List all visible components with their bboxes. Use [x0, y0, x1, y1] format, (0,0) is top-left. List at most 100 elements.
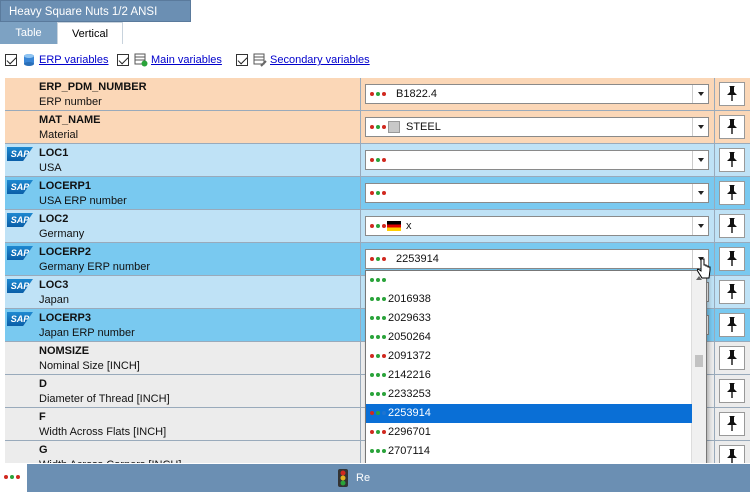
combobox-value: STEEL [406, 121, 441, 133]
pin-button[interactable] [719, 313, 745, 337]
variable-label-cell[interactable]: SAP LOCERP1 USA ERP number [5, 177, 361, 210]
dropdown-option[interactable]: 2253914 [366, 404, 692, 423]
pin-button[interactable] [719, 412, 745, 436]
material-swatch-icon [388, 121, 400, 133]
variable-value-cell: STEEL [361, 111, 715, 144]
pin-button[interactable] [719, 148, 745, 172]
mouse-cursor-icon [697, 258, 711, 279]
pin-button[interactable] [719, 181, 745, 205]
dropdown-option[interactable]: 2091372 [366, 347, 692, 366]
value-combobox[interactable] [365, 183, 709, 203]
value-combobox[interactable] [365, 150, 709, 170]
variable-description: Japan ERP number [39, 327, 135, 339]
erp-variables-toggle[interactable]: ERP variables [5, 52, 109, 68]
dropdown-option-text: 2233253 [388, 388, 431, 400]
variable-label-cell[interactable]: ERP_PDM_NUMBER ERP number [5, 78, 361, 111]
variable-label-cell[interactable]: SAP LOCERP2 Germany ERP number [5, 243, 361, 276]
variable-name: G [39, 444, 48, 456]
dropdown-option-text: 2016938 [388, 293, 431, 305]
variable-description: USA ERP number [39, 195, 127, 207]
status-dots-icon [370, 191, 388, 196]
dropdown-option[interactable]: 2142216 [366, 366, 692, 385]
status-traffic-dots [4, 475, 22, 480]
dropdown-option[interactable]: 2296701 [366, 423, 692, 442]
main-variables-toggle[interactable]: Main variables [117, 52, 222, 68]
secondary-variables-link[interactable]: Secondary variables [270, 54, 370, 66]
pin-cell [715, 210, 750, 243]
pin-icon [725, 184, 739, 203]
pin-icon [725, 316, 739, 335]
main-variables-checkbox[interactable] [117, 54, 129, 66]
value-combobox[interactable]: 2253914 [365, 249, 709, 269]
erp-number-dropdown-list[interactable]: 2016938 2029633 2050264 2091372 2142216 22332… [365, 270, 707, 481]
variable-label-cell[interactable]: SAP LOCERP3 Japan ERP number [5, 309, 361, 342]
pin-button[interactable] [719, 346, 745, 370]
sap-logo-icon: SAP [7, 312, 33, 326]
secondary-variables-checkbox[interactable] [236, 54, 248, 66]
tab-table[interactable]: Table [0, 22, 57, 44]
pin-button[interactable] [719, 214, 745, 238]
pin-button[interactable] [719, 445, 745, 463]
variable-label-cell[interactable]: SAP LOC2 Germany [5, 210, 361, 243]
erp-variables-link[interactable]: ERP variables [39, 54, 109, 66]
tab-vertical[interactable]: Vertical [57, 22, 123, 44]
status-dots-icon [370, 158, 388, 163]
window-title-bar: Heavy Square Nuts 1/2 ANSI B18.2.2 [0, 0, 191, 40]
variable-name: F [39, 411, 46, 423]
pin-icon [725, 118, 739, 137]
scroll-thumb[interactable] [695, 355, 703, 367]
pin-icon [725, 382, 739, 401]
status-dots-icon [370, 278, 388, 283]
pin-button[interactable] [719, 247, 745, 271]
sap-logo-icon: SAP [7, 279, 33, 293]
variable-label-cell[interactable]: F Width Across Flats [INCH] [5, 408, 361, 441]
dropdown-option[interactable]: 2050264 [366, 328, 692, 347]
chevron-down-icon[interactable] [692, 217, 708, 235]
dropdown-scrollbar[interactable] [691, 271, 706, 480]
variable-label-cell[interactable]: MAT_NAME Material [5, 111, 361, 144]
status-action-bar[interactable]: Re [27, 464, 750, 492]
value-combobox[interactable]: x [365, 216, 709, 236]
pin-button[interactable] [719, 115, 745, 139]
variable-name: LOC2 [39, 213, 69, 225]
dropdown-option[interactable]: 2707114 [366, 442, 692, 461]
chevron-down-icon[interactable] [692, 184, 708, 202]
variable-label-cell[interactable]: GWidth Across Corners [INCH] [5, 441, 361, 463]
variable-value-cell [361, 177, 715, 210]
variable-label-cell[interactable]: NOMSIZE Nominal Size [INCH] [5, 342, 361, 375]
variable-label-cell[interactable]: SAP LOC1 USA [5, 144, 361, 177]
germany-flag-icon [387, 221, 401, 231]
chevron-down-icon[interactable] [692, 85, 708, 103]
value-combobox[interactable]: B1822.4 [365, 84, 709, 104]
pin-button[interactable] [719, 379, 745, 403]
dropdown-option-text: 2253914 [388, 407, 431, 419]
pin-button[interactable] [719, 280, 745, 304]
chevron-down-icon[interactable] [692, 118, 708, 136]
chevron-down-icon[interactable] [692, 151, 708, 169]
value-combobox[interactable]: STEEL [365, 117, 709, 137]
pin-icon [725, 283, 739, 302]
pin-cell [715, 177, 750, 210]
main-variables-link[interactable]: Main variables [151, 54, 222, 66]
variable-description: Germany ERP number [39, 261, 151, 273]
combobox-value: B1822.4 [396, 88, 437, 100]
erp-variables-checkbox[interactable] [5, 54, 17, 66]
variable-name: MAT_NAME [39, 114, 101, 126]
status-dots-icon [370, 449, 388, 454]
dropdown-option[interactable] [366, 271, 692, 290]
secondary-variables-toggle[interactable]: Secondary variables [236, 52, 370, 68]
variable-description: Japan [39, 294, 69, 306]
pin-button[interactable] [719, 82, 745, 106]
dropdown-option-text: 2091372 [388, 350, 431, 362]
pin-cell [715, 276, 750, 309]
pin-cell [715, 78, 750, 111]
variable-name: LOC1 [39, 147, 69, 159]
status-button-label: Re [356, 472, 371, 484]
variable-name: ERP_PDM_NUMBER [39, 81, 147, 93]
variable-label-cell[interactable]: SAP LOC3 Japan [5, 276, 361, 309]
dropdown-option[interactable]: 2233253 [366, 385, 692, 404]
status-bar: Re [0, 463, 750, 492]
dropdown-option[interactable]: 2016938 [366, 290, 692, 309]
variable-label-cell[interactable]: D Diameter of Thread [INCH] [5, 375, 361, 408]
dropdown-option[interactable]: 2029633 [366, 309, 692, 328]
